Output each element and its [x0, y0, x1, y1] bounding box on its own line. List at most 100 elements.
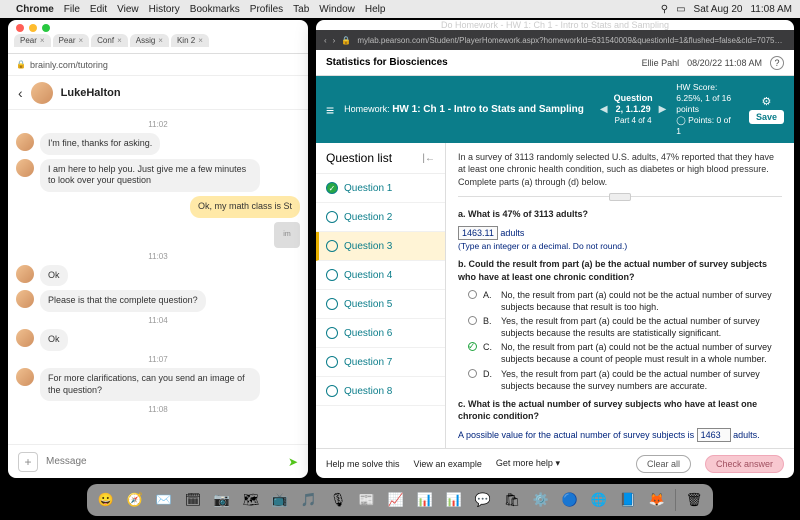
menu-file[interactable]: File	[64, 4, 80, 15]
current-question: Question 2, 1.1.29	[614, 93, 653, 114]
address-bar[interactable]: ‹ › 🔒 mylab.pearson.com/Student/PlayerHo…	[316, 30, 794, 50]
save-button[interactable]: Save	[749, 110, 784, 124]
radio-icon	[468, 290, 477, 299]
question-list-item[interactable]: Question 7	[316, 348, 445, 377]
circle-icon	[326, 385, 338, 397]
dock-app-icon[interactable]: 🎵	[296, 487, 322, 513]
collapse-icon[interactable]: |←	[422, 153, 435, 164]
chat-image-thumb[interactable]: im	[274, 222, 300, 248]
question-content[interactable]: In a survey of 3113 randomly selected U.…	[446, 143, 794, 448]
menubar-date: Sat Aug 20	[694, 4, 743, 15]
get-more-help-link[interactable]: Get more help ▾	[496, 458, 560, 469]
question-list-item[interactable]: Question 6	[316, 319, 445, 348]
question-list-item[interactable]: Question 3	[316, 232, 445, 261]
chat-bubble: Ok	[40, 329, 68, 351]
tutor-name: LukeHalton	[61, 87, 121, 99]
browser-tab[interactable]: Pear×	[53, 34, 90, 47]
dock-app-icon[interactable]: 🗺	[238, 487, 264, 513]
menu-help[interactable]: Help	[365, 4, 386, 15]
dock-app-icon[interactable]: 📊	[441, 487, 467, 513]
avatar	[16, 159, 34, 177]
view-example-link[interactable]: View an example	[414, 459, 482, 469]
forward-icon[interactable]: ›	[333, 36, 336, 45]
question-list-item[interactable]: Question 8	[316, 377, 445, 406]
dock-app-icon[interactable]: 🌐	[586, 487, 612, 513]
circle-icon	[326, 211, 338, 223]
browser-tab[interactable]: Pear×	[14, 34, 51, 47]
dock-app-icon[interactable]: 🎙	[325, 487, 351, 513]
close-icon[interactable]: ×	[158, 36, 163, 45]
dock-app-icon[interactable]: 📰	[354, 487, 380, 513]
dock-app-icon[interactable]: 🧭	[122, 487, 148, 513]
dock-app-icon[interactable]: ✉️	[151, 487, 177, 513]
menu-tab[interactable]: Tab	[293, 4, 309, 15]
part-c-answer[interactable]: 1463	[697, 428, 731, 442]
help-icon[interactable]: ?	[770, 56, 784, 70]
question-list-item[interactable]: ✓Question 1	[316, 174, 445, 203]
student-name: Ellie Pahl	[642, 58, 680, 68]
back-icon[interactable]: ‹	[18, 85, 23, 101]
window-traffic-lights[interactable]	[8, 20, 308, 28]
chat-row: Please is that the complete question?	[16, 290, 300, 312]
menu-view[interactable]: View	[117, 4, 139, 15]
browser-tab[interactable]: Assig×	[130, 34, 169, 47]
prev-question-icon[interactable]: ◀	[600, 104, 608, 115]
check-answer-button[interactable]: Check answer	[705, 455, 784, 473]
chat-row: I'm fine, thanks for asking.	[16, 133, 300, 155]
clear-all-button[interactable]: Clear all	[636, 455, 691, 473]
attach-button[interactable]: +	[18, 452, 38, 472]
close-icon[interactable]: ×	[40, 36, 45, 45]
send-icon[interactable]: ➤	[288, 455, 298, 469]
radio-option[interactable]: B.Yes, the result from part (a) could be…	[468, 315, 782, 339]
address-bar[interactable]: 🔒 brainly.com/tutoring	[8, 54, 308, 76]
chat-scroll[interactable]: 11:02 I'm fine, thanks for asking. I am he…	[8, 110, 308, 444]
dock-app-icon[interactable]: 🦊	[644, 487, 670, 513]
radio-option[interactable]: C.No, the result from part (a) could not…	[468, 341, 782, 365]
dock-app-icon[interactable]: 📷	[209, 487, 235, 513]
dock-app-icon[interactable]: 📺	[267, 487, 293, 513]
close-icon[interactable]: ×	[198, 36, 203, 45]
menu-bookmarks[interactable]: Bookmarks	[190, 4, 240, 15]
wifi-icon[interactable]: ⚲	[661, 4, 668, 15]
dock-app-icon[interactable]: 📈	[383, 487, 409, 513]
part-a-answer[interactable]: 1463.11	[458, 226, 498, 240]
chat-row: I am here to help you. Just give me a fe…	[16, 159, 300, 192]
gear-icon[interactable]: ⚙	[762, 95, 772, 108]
circle-icon	[326, 240, 338, 252]
menu-edit[interactable]: Edit	[90, 4, 107, 15]
next-question-icon[interactable]: ▶	[659, 104, 667, 115]
close-icon[interactable]: ×	[117, 36, 122, 45]
chat-timestamp: 11:02	[16, 120, 300, 129]
menu-profiles[interactable]: Profiles	[250, 4, 283, 15]
browser-tab[interactable]: Conf×	[91, 34, 128, 47]
dock-app-icon[interactable]: 🗓	[180, 487, 206, 513]
dock-app-icon[interactable]: ⚙️	[528, 487, 554, 513]
dock-app-icon[interactable]: 🗑	[681, 487, 707, 513]
dock-app-icon[interactable]: 📊	[412, 487, 438, 513]
dock-app-icon[interactable]: 🛍	[499, 487, 525, 513]
part-a-note: (Type an integer or a decimal. Do not ro…	[458, 241, 627, 251]
radio-option[interactable]: A.No, the result from part (a) could not…	[468, 289, 782, 313]
url-text: brainly.com/tutoring	[30, 60, 108, 70]
menu-history[interactable]: History	[149, 4, 180, 15]
dock-app-icon[interactable]: 🔵	[557, 487, 583, 513]
help-solve-link[interactable]: Help me solve this	[326, 459, 400, 469]
dock-app-icon[interactable]: 😀	[93, 487, 119, 513]
dock-app-icon[interactable]: 📘	[615, 487, 641, 513]
message-input[interactable]	[46, 456, 280, 467]
menubar-app[interactable]: Chrome	[16, 4, 54, 15]
menu-icon[interactable]: ≡	[326, 102, 334, 118]
dock-app-icon[interactable]: 💬	[470, 487, 496, 513]
avatar	[16, 329, 34, 347]
menu-window[interactable]: Window	[319, 4, 355, 15]
avatar	[16, 368, 34, 386]
radio-option[interactable]: D.Yes, the result from part (a) could be…	[468, 368, 782, 392]
question-list-item[interactable]: Question 5	[316, 290, 445, 319]
question-list-item[interactable]: Question 4	[316, 261, 445, 290]
course-bar: Statistics for Biosciences Ellie Pahl 08…	[316, 50, 794, 76]
browser-tab[interactable]: Kin 2×	[171, 34, 209, 47]
back-icon[interactable]: ‹	[324, 36, 327, 45]
close-icon[interactable]: ×	[78, 36, 83, 45]
battery-icon[interactable]: ▭	[676, 4, 685, 15]
question-list-item[interactable]: Question 2	[316, 203, 445, 232]
